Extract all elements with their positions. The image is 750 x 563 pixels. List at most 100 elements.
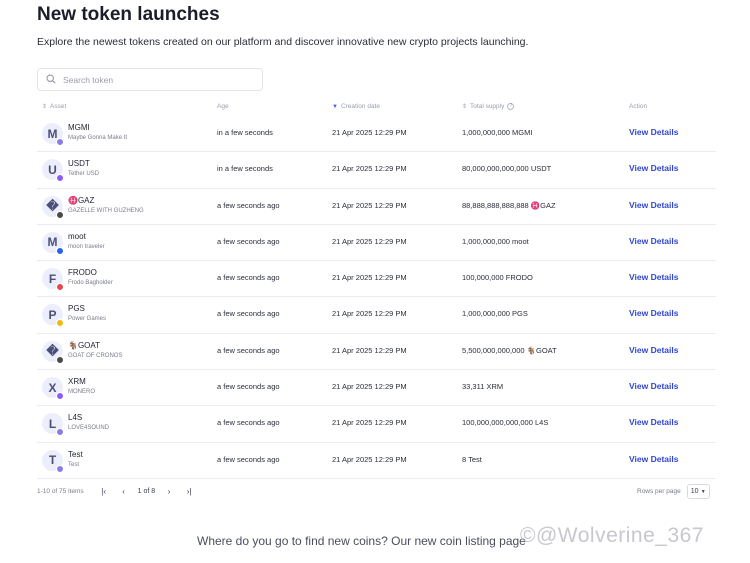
view-details-link[interactable]: View Details [629, 345, 678, 355]
column-label: Age [217, 103, 229, 110]
watermark: ©@Wolverine_367 [520, 524, 704, 547]
token-table-body: M MGMI Maybe Gonna Make It in a few seconds… [37, 116, 716, 479]
table-row: L L4S LOVE4SOUND a few seconds ago 21 Apr 20… [37, 406, 716, 443]
page-subtitle: Explore the newest tokens created on our… [37, 36, 529, 48]
chain-badge-icon [56, 246, 64, 255]
column-label: Action [629, 103, 648, 110]
view-details-link[interactable]: View Details [629, 272, 678, 282]
search-icon [46, 71, 56, 89]
rows-per-page-label: Rows per page [637, 488, 681, 495]
chain-badge-icon [56, 428, 64, 437]
total-supply: 80,000,000,000,000 USDT [462, 164, 552, 174]
last-page-icon[interactable]: ›| [183, 487, 195, 496]
sort-icon: ⇕ [462, 104, 468, 110]
total-supply: 1,000,000,000 MGMI [462, 128, 533, 137]
total-supply: 100,000,000,000,000 L4S [462, 418, 549, 428]
token-symbol: PGS [68, 304, 85, 314]
first-page-icon[interactable]: |‹ [98, 487, 110, 496]
token-symbol: Test [68, 449, 83, 459]
items-count: 1-10 of 75 items [37, 488, 84, 495]
token-age: a few seconds ago [217, 382, 280, 392]
view-details-link[interactable]: View Details [629, 200, 678, 210]
token-symbol: USDT [68, 159, 90, 169]
pagination: 1-10 of 75 items |‹ ‹ 1 of 8 › ›| [37, 487, 199, 496]
token-symbol: L4S [68, 413, 83, 423]
column-header-asset[interactable]: ⇕ Asset [42, 103, 66, 110]
page-title: New token launches [37, 4, 220, 25]
token-name: LOVE4SOUND [68, 425, 110, 432]
view-details-link[interactable]: View Details [629, 454, 678, 464]
chain-badge-icon [56, 464, 64, 473]
token-name: GAZELLE WITH GUZHENG [68, 207, 144, 214]
creation-date: 21 Apr 2025 12:29 PM [332, 345, 407, 355]
column-header-action: Action [629, 103, 647, 110]
total-supply: 33,311 XRM [462, 382, 504, 392]
chain-badge-icon [56, 138, 64, 146]
column-header-total-supply[interactable]: ⇕ Total supply ? [462, 103, 515, 110]
view-details-link[interactable]: View Details [629, 308, 678, 318]
total-supply: 100,000,000 FRODO [462, 273, 533, 283]
sort-desc-icon: ▼ [332, 103, 338, 110]
token-name: moon traveler [68, 243, 105, 250]
total-supply: 88,888,888,888,888 ♓GAZ [462, 200, 556, 210]
footer-text: Where do you go to find new coins? Our n… [197, 534, 526, 548]
total-supply: 1,000,000,000 moot [462, 236, 529, 246]
token-symbol: ♓GAZ [68, 195, 95, 205]
token-name: Test [68, 461, 80, 468]
chevron-down-icon: ▼ [700, 488, 706, 495]
creation-date: 21 Apr 2025 12:29 PM [332, 200, 407, 210]
view-details-link[interactable]: View Details [629, 163, 678, 173]
token-name: MONERO [68, 389, 95, 396]
next-page-icon[interactable]: › [163, 487, 175, 496]
token-age: a few seconds ago [217, 273, 280, 283]
token-age: a few seconds ago [217, 236, 280, 246]
column-header-age: Age [217, 103, 229, 110]
table-row: U USDT Tether USD in a few seconds 21 Apr 20… [37, 152, 716, 189]
view-details-link[interactable]: View Details [629, 127, 678, 137]
token-age: in a few seconds [217, 164, 273, 174]
table-row: � 🐐GOAT GOAT OF CRONOS a few seconds ago 21 … [37, 334, 716, 371]
page-indicator: 1 of 8 [137, 488, 156, 495]
token-age: a few seconds ago [217, 200, 280, 210]
creation-date: 21 Apr 2025 12:29 PM [332, 418, 407, 428]
search-input[interactable] [63, 74, 253, 85]
total-supply: 5,500,000,000,000 🐐GOAT [462, 345, 557, 355]
token-name: Maybe Gonna Make It [68, 135, 128, 141]
info-icon[interactable]: ? [507, 103, 515, 110]
table-row: M MGMI Maybe Gonna Make It in a few seconds… [37, 116, 716, 153]
creation-date: 21 Apr 2025 12:29 PM [332, 236, 407, 246]
total-supply: 1,000,000,000 PGS [462, 309, 528, 319]
creation-date: 21 Apr 2025 12:29 PM [332, 273, 407, 283]
search-box[interactable] [37, 68, 263, 91]
chain-badge-icon [56, 283, 64, 292]
token-symbol: MGMI [68, 123, 90, 132]
rows-per-page-select[interactable]: 10 ▼ [686, 484, 710, 499]
token-name: GOAT OF CRONOS [68, 352, 123, 359]
rows-per-page-value: 10 [690, 488, 699, 495]
table-row: T Test Test a few seconds ago 21 Apr 2025 12… [37, 443, 716, 479]
table-row: P PGS Power Games a few seconds ago 21 Apr 2… [37, 297, 716, 334]
chain-badge-icon [56, 174, 64, 183]
view-details-link[interactable]: View Details [629, 236, 678, 246]
table-header: ⇕ Asset Age ▼ Creation date ⇕ Total supp… [37, 100, 716, 116]
token-age: a few seconds ago [217, 345, 280, 355]
view-details-link[interactable]: View Details [629, 417, 678, 427]
chain-badge-icon [56, 210, 64, 219]
token-age: a few seconds ago [217, 454, 280, 464]
column-label: Total supply [470, 103, 505, 110]
token-symbol: 🐐GOAT [68, 340, 101, 350]
creation-date: 21 Apr 2025 12:29 PM [332, 164, 407, 174]
table-row: Mmoot moon traveler a few seconds ago 21 Ap… [37, 225, 716, 262]
token-name: Power Games [68, 316, 107, 323]
token-symbol: FRODO [68, 268, 97, 278]
creation-date: 21 Apr 2025 12:29 PM [332, 382, 407, 392]
token-age: a few seconds ago [217, 309, 280, 319]
column-header-creation-date[interactable]: ▼ Creation date [332, 103, 380, 110]
prev-page-icon[interactable]: ‹ [118, 487, 130, 496]
total-supply: 8 Test [462, 454, 482, 464]
table-row: � ♓GAZ GAZELLE WITH GUZHENG a few seconds a… [37, 189, 716, 225]
table-row: F FRODO Frodo Bagholder a few seconds ago 21… [37, 261, 716, 298]
sort-icon: ⇕ [42, 104, 48, 110]
table-row: X XRM MONERO a few seconds ago 21 Apr 2025 1… [37, 370, 716, 407]
view-details-link[interactable]: View Details [629, 381, 678, 391]
